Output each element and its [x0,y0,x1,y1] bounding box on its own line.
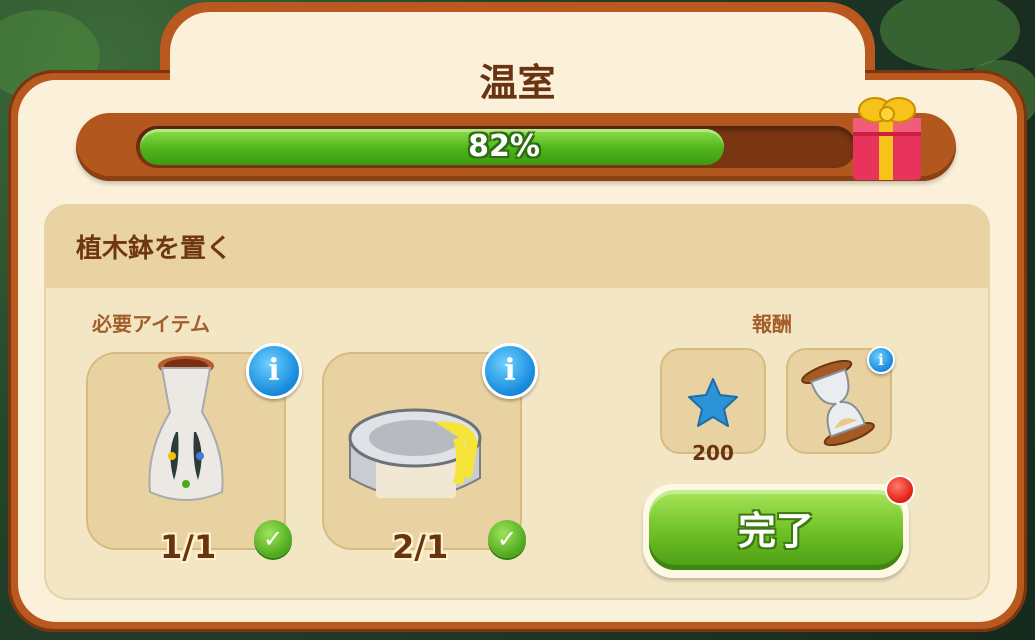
required-items-label: 必要アイテム [92,312,210,336]
complete-button[interactable]: 完了 [643,484,909,578]
item-info-button[interactable]: i [246,343,302,399]
item-count: 2/1 [392,528,449,566]
hourglass-icon [801,360,875,446]
reward-label: 報酬 [752,312,792,336]
vase-icon [148,356,224,501]
check-icon: ✓ [488,520,526,558]
reward-info-button[interactable]: i [867,346,895,374]
gift-icon[interactable] [847,88,927,184]
star-icon [688,378,738,427]
item-info-button[interactable]: i [482,343,538,399]
paint-can-icon [348,408,482,498]
progress-label: 82% [468,129,540,164]
check-icon: ✓ [254,520,292,558]
notification-dot [885,475,915,505]
complete-button-label: 完了 [737,509,814,553]
reward-amount: 200 [692,441,734,465]
task-title: 植木鉢を置く [76,234,233,264]
item-count: 1/1 [160,528,217,566]
